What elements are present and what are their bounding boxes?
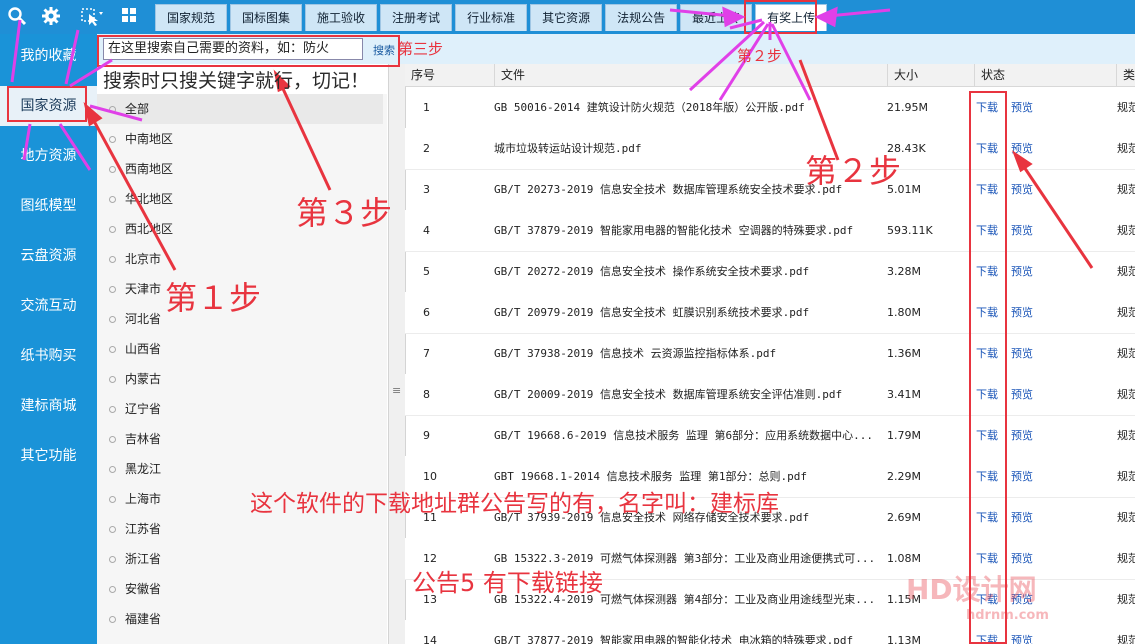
- annotation-step3-small: 第三步: [398, 40, 444, 58]
- annotation-notice: 这个软件的下载地址群公告写的有，名字叫：建标库: [250, 491, 779, 517]
- annotation-notice-2: 公告5 有下载链接: [412, 569, 603, 597]
- annotation-step2: 第２步: [805, 152, 902, 190]
- annotation-step2-small: 第２步: [737, 47, 783, 65]
- annotation-step1: 第１步: [165, 279, 262, 317]
- annotation-arrows: [10, 6, 1094, 271]
- watermark: HD设计网 hdrnm.com: [906, 568, 1049, 623]
- annotation-search-tip: 搜索时只搜关键字就行，切记！: [103, 70, 370, 92]
- annotation-step3-big: 第３步: [296, 194, 393, 232]
- watermark-url: hdrnm.com: [966, 608, 1049, 623]
- watermark-brand: HD设计网: [906, 573, 1037, 606]
